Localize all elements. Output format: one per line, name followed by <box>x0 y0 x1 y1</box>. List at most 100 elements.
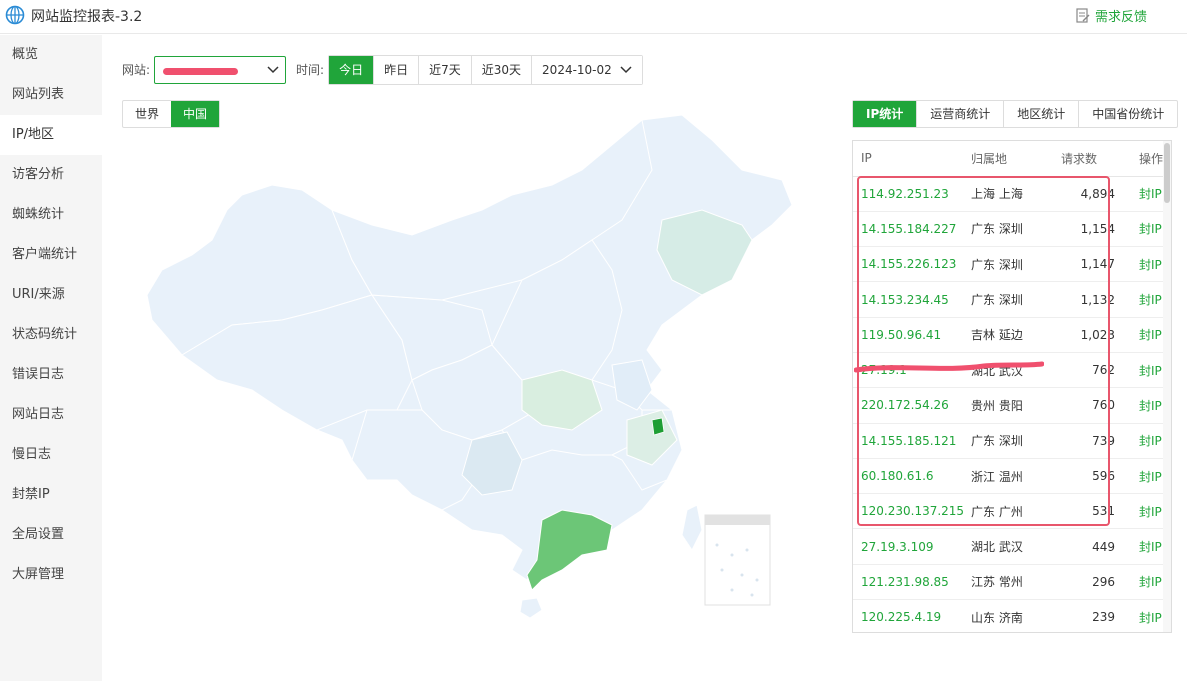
sidebar-item-site-list[interactable]: 网站列表 <box>0 75 102 115</box>
redaction-mark <box>163 67 239 75</box>
ban-ip-link[interactable]: 封IP <box>1119 564 1163 601</box>
sidebar-item-visitor-analysis[interactable]: 访客分析 <box>0 155 102 195</box>
location-cell: 浙江 温州 <box>971 458 1061 495</box>
chevron-down-icon <box>620 65 632 73</box>
ip-cell: 114.92.251.23 <box>853 176 971 212</box>
column-header-location: 归属地 <box>971 141 1061 177</box>
time-range-group: 今日 昨日 近7天 近30天 2024-10-02 <box>328 54 643 85</box>
map-hainan <box>519 597 543 619</box>
ip-cell: 121.231.98.85 <box>853 564 971 601</box>
count-cell: 762 <box>1061 352 1119 389</box>
site-label: 网站: <box>122 63 151 77</box>
sidebar-item-banned-ip[interactable]: 封禁IP <box>0 475 102 515</box>
ip-cell: 27.19.1 <box>853 352 971 389</box>
sidebar-item-client-stats[interactable]: 客户端统计 <box>0 235 102 275</box>
table-row: 14.155.226.123 广东 深圳 1,147 封IP <box>853 246 1163 283</box>
ban-ip-link[interactable]: 封IP <box>1119 528 1163 565</box>
chevron-down-icon <box>267 65 279 73</box>
table-row: 60.180.61.6 浙江 温州 596 封IP <box>853 458 1163 495</box>
count-cell: 1,023 <box>1061 317 1119 353</box>
sidebar-item-site-log[interactable]: 网站日志 <box>0 395 102 435</box>
ip-cell: 14.155.185.121 <box>853 423 971 459</box>
table-row: 27.19.3.109 湖北 武汉 449 封IP <box>853 528 1163 565</box>
tab-province-stats[interactable]: 中国省份统计 <box>1078 101 1177 127</box>
location-cell: 江苏 常州 <box>971 564 1061 601</box>
count-cell: 296 <box>1061 564 1119 601</box>
south-sea-inset <box>704 514 771 606</box>
ban-ip-link[interactable]: 封IP <box>1119 423 1163 459</box>
app-title: 网站监控报表-3.2 <box>31 9 143 25</box>
table-row: 119.50.96.41 吉林 延边 1,023 封IP <box>853 317 1163 353</box>
ban-ip-link[interactable]: 封IP <box>1119 246 1163 283</box>
location-cell: 湖北 武汉 <box>971 352 1061 389</box>
ip-table: IP 归属地 请求数 操作 114.92.251.23 上海 上海 4,894 封IP… <box>853 141 1163 632</box>
ip-table-container: IP 归属地 请求数 操作 114.92.251.23 上海 上海 4,894 封IP… <box>852 140 1172 633</box>
globe-icon <box>5 5 25 25</box>
document-edit-icon <box>1076 7 1090 23</box>
table-row: 114.92.251.23 上海 上海 4,894 封IP <box>853 176 1163 212</box>
location-cell: 贵州 贵阳 <box>971 387 1061 424</box>
location-cell: 广东 深圳 <box>971 423 1061 459</box>
location-cell: 湖北 武汉 <box>971 528 1061 565</box>
sidebar-item-global-settings[interactable]: 全局设置 <box>0 515 102 555</box>
sidebar-item-error-log[interactable]: 错误日志 <box>0 355 102 395</box>
ip-cell: 14.153.234.45 <box>853 281 971 318</box>
scrollbar-thumb[interactable] <box>1164 143 1170 203</box>
ban-ip-link[interactable]: 封IP <box>1119 387 1163 424</box>
table-row: 14.155.185.121 广东 深圳 739 封IP <box>853 423 1163 459</box>
sidebar-item-uri-source[interactable]: URI/来源 <box>0 275 102 315</box>
tab-region-stats[interactable]: 地区统计 <box>1003 101 1078 127</box>
site-select[interactable] <box>154 55 287 84</box>
location-cell: 上海 上海 <box>971 176 1061 212</box>
scrollbar[interactable] <box>1163 141 1171 632</box>
sidebar-item-screen-manage[interactable]: 大屏管理 <box>0 555 102 595</box>
ban-ip-link[interactable]: 封IP <box>1119 211 1163 248</box>
stat-tabs: IP统计 运营商统计 地区统计 中国省份统计 <box>852 100 1179 128</box>
table-header-row: IP 归属地 请求数 操作 <box>853 141 1163 177</box>
time-30days-button[interactable]: 近30天 <box>470 55 532 84</box>
time-label: 时间: <box>296 63 325 77</box>
map-taiwan <box>681 504 703 551</box>
ban-ip-link[interactable]: 封IP <box>1119 493 1163 530</box>
table-row: 14.155.184.227 广东 深圳 1,154 封IP <box>853 211 1163 248</box>
time-today-button[interactable]: 今日 <box>329 55 374 84</box>
ban-ip-link[interactable]: 封IP <box>1119 599 1163 632</box>
ban-ip-link[interactable]: 封IP <box>1119 176 1163 212</box>
china-map <box>146 114 793 619</box>
ip-cell: 120.230.137.215 <box>853 493 971 530</box>
main-content: 网站: 时间: 今日 昨日 近7天 近30天 2024-10-02 世界 中国 <box>102 35 1187 681</box>
table-row: 120.230.137.215 广东 广州 531 封IP <box>853 493 1163 530</box>
tab-ip-stats[interactable]: IP统计 <box>853 101 917 127</box>
table-row: 121.231.98.85 江苏 常州 296 封IP <box>853 564 1163 601</box>
ban-ip-link[interactable]: 封IP <box>1119 281 1163 318</box>
ip-cell: 220.172.54.26 <box>853 387 971 424</box>
filter-row: 网站: 时间: 今日 昨日 近7天 近30天 2024-10-02 <box>122 54 643 85</box>
ban-ip-link[interactable]: 封IP <box>1119 317 1163 353</box>
date-picker[interactable]: 2024-10-02 <box>531 55 642 84</box>
sidebar-item-ip-region[interactable]: IP/地区 <box>0 115 102 155</box>
ip-cell: 14.155.226.123 <box>853 246 971 283</box>
sidebar: 概览 网站列表 IP/地区 访客分析 蜘蛛统计 客户端统计 URI/来源 状态码… <box>0 35 102 681</box>
ban-ip-link[interactable]: 封IP <box>1119 352 1163 389</box>
feedback-label: 需求反馈 <box>1094 10 1147 25</box>
count-cell: 1,132 <box>1061 281 1119 318</box>
count-cell: 4,894 <box>1061 176 1119 212</box>
sidebar-item-overview[interactable]: 概览 <box>0 35 102 75</box>
time-7days-button[interactable]: 近7天 <box>418 55 471 84</box>
table-row: 14.153.234.45 广东 深圳 1,132 封IP <box>853 281 1163 318</box>
table-row: 120.225.4.19 山东 济南 239 封IP <box>853 599 1163 632</box>
ip-cell: 27.19.3.109 <box>853 528 971 565</box>
location-cell: 吉林 延边 <box>971 317 1061 353</box>
ban-ip-link[interactable]: 封IP <box>1119 458 1163 495</box>
map-shanghai <box>651 417 665 436</box>
sidebar-item-spider-stats[interactable]: 蜘蛛统计 <box>0 195 102 235</box>
sidebar-item-slow-log[interactable]: 慢日志 <box>0 435 102 475</box>
sidebar-item-status-code[interactable]: 状态码统计 <box>0 315 102 355</box>
tab-isp-stats[interactable]: 运营商统计 <box>916 101 1003 127</box>
time-yesterday-button[interactable]: 昨日 <box>373 55 419 84</box>
column-header-op: 操作 <box>1119 141 1163 177</box>
title-bar: 网站监控报表-3.2 需求反馈 <box>0 0 1187 34</box>
ip-cell: 119.50.96.41 <box>853 317 971 353</box>
feedback-link[interactable]: 需求反馈 <box>1076 6 1147 25</box>
count-cell: 239 <box>1061 599 1119 632</box>
